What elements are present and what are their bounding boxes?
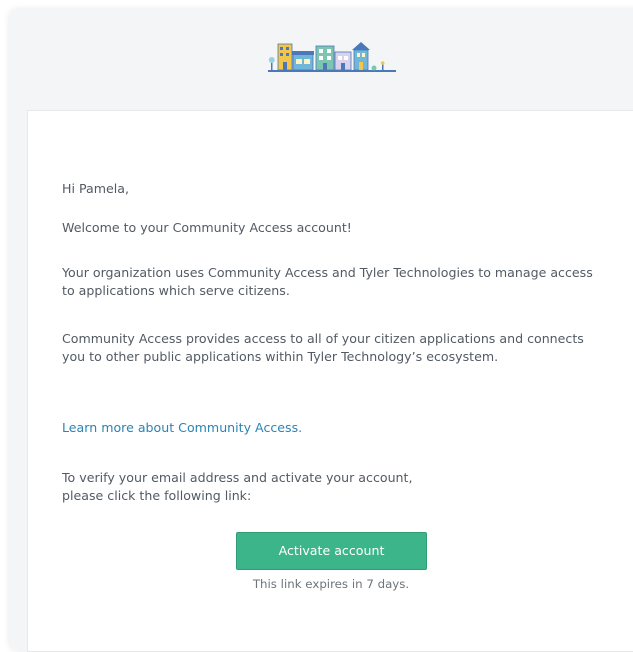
organization-paragraph: Your organization uses Community Access … [62, 265, 593, 298]
activate-account-button[interactable]: Activate account [236, 532, 427, 570]
verify-instructions-line1: To verify your email address and activat… [62, 470, 413, 485]
learn-more-link[interactable]: Learn more about Community Access. [62, 420, 302, 435]
community-buildings-logo-icon [268, 42, 396, 72]
welcome-text: Welcome to your Community Access account… [62, 220, 352, 235]
email-frame: Hi Pamela, Welcome to your Community Acc… [10, 10, 633, 652]
greeting-text: Hi Pamela, [62, 181, 129, 196]
verify-instructions-line2: please click the following link: [62, 488, 252, 503]
email-body-card: Hi Pamela, Welcome to your Community Acc… [27, 110, 633, 652]
link-expiry-note: This link expires in 7 days. [252, 577, 410, 591]
email-header [10, 10, 633, 110]
community-access-paragraph: Community Access provides access to all … [62, 331, 584, 364]
